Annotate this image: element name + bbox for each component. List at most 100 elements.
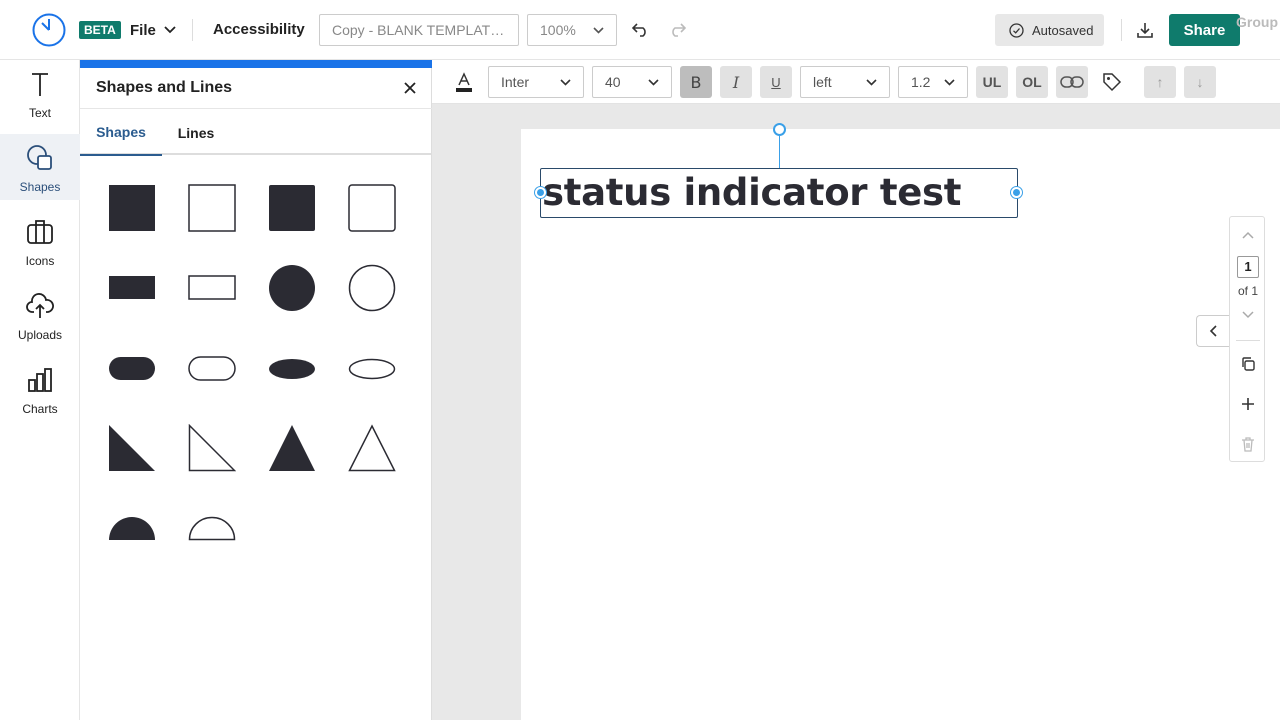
rail-item-label: Text <box>28 106 51 120</box>
close-icon[interactable] <box>400 78 420 98</box>
shapes-icon <box>27 145 52 170</box>
chevron-down-icon <box>593 26 604 34</box>
canvas-text-element[interactable]: status indicator test <box>542 169 961 217</box>
line-height-select[interactable]: 1.2 <box>898 66 968 98</box>
redo-icon[interactable] <box>665 18 689 42</box>
filled-pill-shape[interactable] <box>108 356 156 382</box>
filled-semicircle-shape[interactable] <box>108 516 156 541</box>
zoom-value: 100% <box>540 22 576 38</box>
link-button[interactable] <box>1056 66 1088 98</box>
page-count: of 1 <box>1237 284 1258 298</box>
page-down-icon[interactable] <box>1238 305 1258 325</box>
download-icon[interactable] <box>1133 18 1157 42</box>
rail-item-label: Shapes <box>19 180 61 194</box>
panel-title: Shapes and Lines <box>96 79 233 96</box>
tab-lines[interactable]: Lines <box>162 109 230 156</box>
outline-square-shape[interactable] <box>188 184 236 232</box>
resize-handle-right[interactable] <box>1011 187 1022 198</box>
rotation-line <box>779 136 780 169</box>
rail-item-label: Uploads <box>17 328 63 342</box>
icons-icon <box>27 220 53 244</box>
current-page-number[interactable]: 1 <box>1237 256 1259 278</box>
beta-badge: BETA <box>79 21 121 39</box>
chevron-down-icon <box>944 78 955 86</box>
chevron-left-icon <box>1209 325 1217 337</box>
text-color-icon[interactable] <box>452 70 476 94</box>
document-title-input[interactable] <box>319 14 519 46</box>
file-menu-label: File <box>130 21 156 39</box>
collapse-panel-button[interactable] <box>1196 315 1229 347</box>
tag-icon <box>1103 73 1122 92</box>
panel-tabs: Shapes Lines <box>80 108 432 156</box>
link-icon <box>1060 76 1084 88</box>
zoom-select[interactable]: 100% <box>527 14 617 46</box>
rail-item-text[interactable]: Text <box>0 60 80 126</box>
font-size-value: 40 <box>605 74 621 90</box>
text-icon <box>32 73 48 96</box>
autosaved-label: Autosaved <box>1032 22 1094 38</box>
rotate-handle[interactable] <box>773 123 786 136</box>
rail-item-charts[interactable]: Charts <box>0 356 80 422</box>
underline-button[interactable]: U <box>760 66 792 98</box>
group-button[interactable]: Group <box>1236 14 1278 30</box>
rail-item-label: Icons <box>25 254 55 268</box>
text-align-value: left <box>813 74 832 90</box>
outline-rounded-square-shape[interactable] <box>348 184 396 232</box>
filled-rounded-square-shape[interactable] <box>268 184 316 232</box>
ordered-list-button[interactable]: OL <box>1016 66 1048 98</box>
page-up-icon[interactable] <box>1238 225 1258 245</box>
font-family-value: Inter <box>501 74 530 90</box>
tab-shapes[interactable]: Shapes <box>80 109 162 156</box>
bold-icon: B <box>690 72 702 92</box>
move-up-button[interactable]: ↑ <box>1144 66 1176 98</box>
outline-rectangle-shape[interactable] <box>188 275 236 301</box>
share-button[interactable]: Share <box>1169 14 1240 46</box>
chart-icon <box>28 368 52 392</box>
chevron-down-icon <box>164 26 176 34</box>
resize-handle-left[interactable] <box>535 187 546 198</box>
move-down-button[interactable]: ↓ <box>1184 66 1216 98</box>
divider <box>192 19 193 41</box>
outline-pill-shape[interactable] <box>188 356 236 382</box>
delete-page-icon[interactable] <box>1238 434 1258 454</box>
add-page-icon[interactable] <box>1238 394 1258 414</box>
text-align-select[interactable]: left <box>800 66 890 98</box>
italic-button[interactable]: I <box>720 66 752 98</box>
text-format-toolbar: Inter 40 B I U left 1.2 UL OL ↑ ↓ <box>432 60 1280 104</box>
outline-semicircle-shape[interactable] <box>188 516 236 541</box>
chevron-down-icon <box>648 78 659 86</box>
page-navigator: 1 of 1 <box>1229 216 1265 462</box>
filled-ellipse-shape[interactable] <box>268 358 316 380</box>
undo-icon[interactable] <box>629 18 653 42</box>
tag-button[interactable] <box>1096 66 1128 98</box>
left-rail: Text Shapes Icons Uploads Charts <box>0 60 80 720</box>
filled-circle-shape[interactable] <box>268 264 316 312</box>
unordered-list-button[interactable]: UL <box>976 66 1008 98</box>
font-family-select[interactable]: Inter <box>488 66 584 98</box>
bold-button[interactable]: B <box>680 66 712 98</box>
rail-item-icons[interactable]: Icons <box>0 208 80 274</box>
outline-circle-shape[interactable] <box>348 264 396 312</box>
outline-right-triangle-shape[interactable] <box>188 424 236 472</box>
line-height-value: 1.2 <box>911 74 931 90</box>
chevron-down-icon <box>866 78 877 86</box>
outline-ellipse-shape[interactable] <box>348 358 396 380</box>
app-logo-icon[interactable] <box>32 13 66 47</box>
accessibility-button[interactable]: Accessibility <box>213 21 305 38</box>
rail-item-shapes[interactable]: Shapes <box>0 134 80 200</box>
outline-triangle-shape[interactable] <box>348 424 396 472</box>
italic-icon: I <box>732 72 740 92</box>
upload-icon <box>26 293 54 318</box>
duplicate-page-icon[interactable] <box>1238 354 1258 374</box>
rail-item-uploads[interactable]: Uploads <box>0 282 80 348</box>
filled-triangle-shape[interactable] <box>268 424 316 472</box>
shapes-panel: Shapes and Lines Shapes Lines <box>80 60 432 720</box>
top-bar: BETA File Accessibility 100% Autosaved S… <box>0 0 1280 60</box>
file-menu[interactable]: File <box>130 20 176 40</box>
divider <box>1121 19 1122 41</box>
panel-accent-bar <box>80 60 432 68</box>
filled-right-triangle-shape[interactable] <box>108 424 156 472</box>
filled-square-shape[interactable] <box>108 184 156 232</box>
font-size-select[interactable]: 40 <box>592 66 672 98</box>
filled-rectangle-shape[interactable] <box>108 275 156 301</box>
